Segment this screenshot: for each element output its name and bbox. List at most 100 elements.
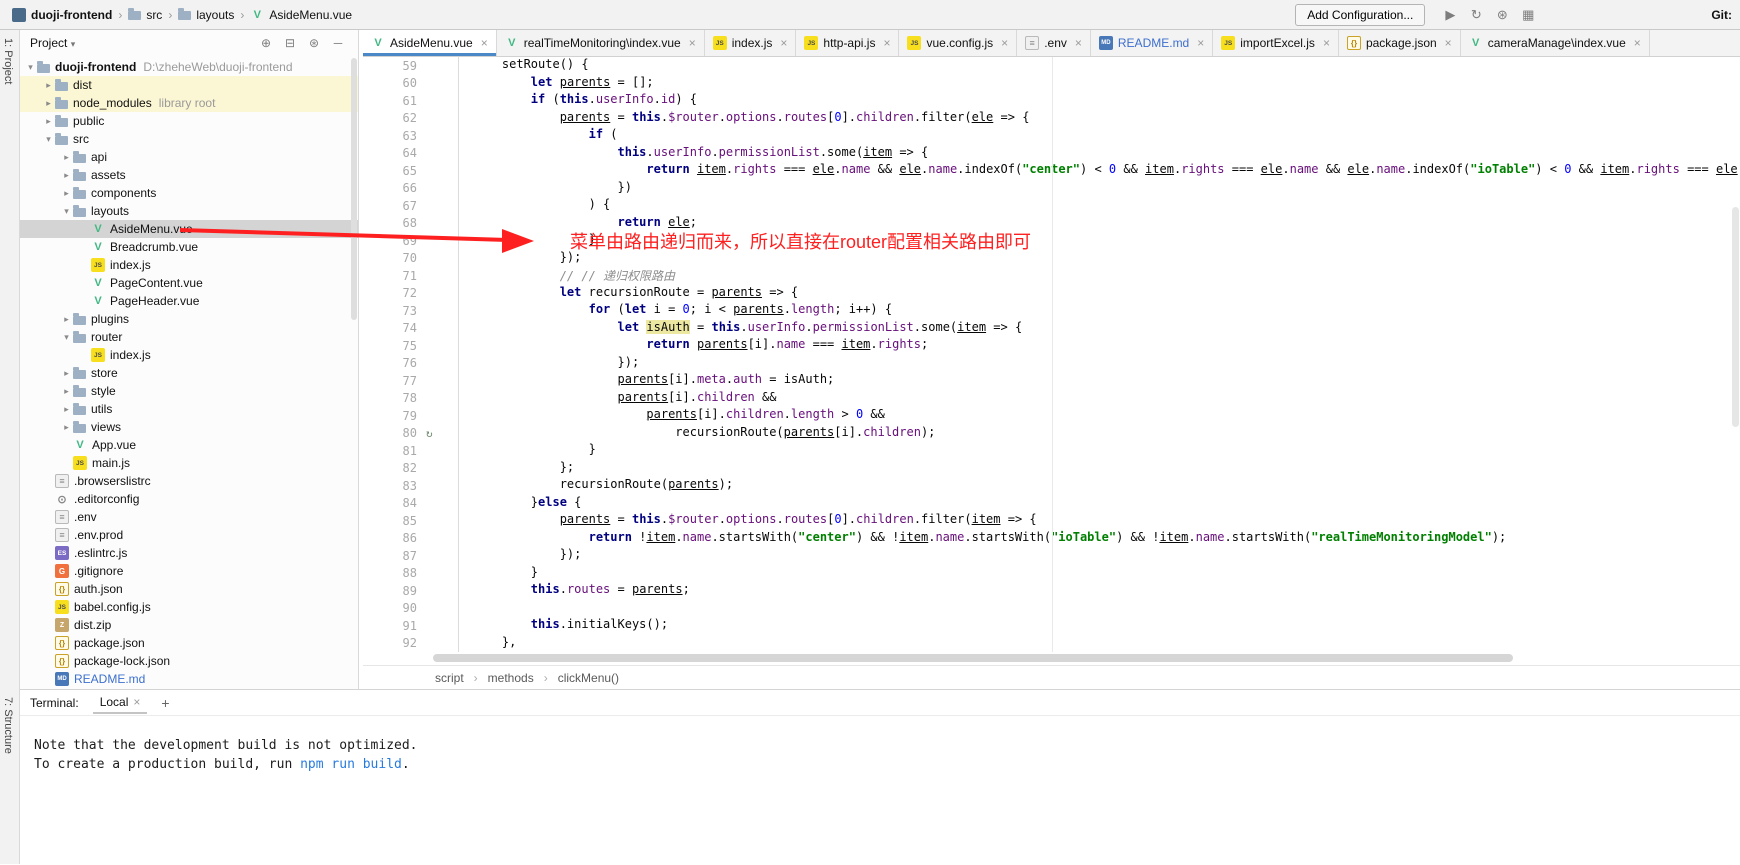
add-configuration-button[interactable]: Add Configuration... bbox=[1295, 4, 1425, 26]
gutter-line-64[interactable]: 64 bbox=[363, 145, 458, 163]
tree-item-Breadcrumb.vue[interactable]: VBreadcrumb.vue bbox=[20, 238, 358, 256]
gutter-line-65[interactable]: 65 bbox=[363, 162, 458, 180]
gutter-line-70[interactable]: 70 bbox=[363, 250, 458, 268]
editor-vertical-scrollbar[interactable] bbox=[1732, 207, 1739, 427]
code-line-81[interactable]: } bbox=[473, 442, 1740, 460]
chevron-collapsed-icon[interactable]: ▸ bbox=[60, 188, 73, 199]
gutter-line-85[interactable]: 85 bbox=[363, 512, 458, 530]
code-line-89[interactable]: this.routes = parents; bbox=[473, 582, 1740, 600]
gutter-line-77[interactable]: 77 bbox=[363, 372, 458, 390]
tree-item-index.js[interactable]: JSindex.js bbox=[20, 346, 358, 364]
tree-item-style[interactable]: ▸style bbox=[20, 382, 358, 400]
tree-item-index.js[interactable]: JSindex.js bbox=[20, 256, 358, 274]
update-icon[interactable]: ↻ bbox=[1463, 7, 1489, 23]
gutter-line-66[interactable]: 66 bbox=[363, 180, 458, 198]
tree-item-components[interactable]: ▸components bbox=[20, 184, 358, 202]
code-line-85[interactable]: parents = this.$router.options.routes[0]… bbox=[473, 512, 1740, 530]
gutter-line-68[interactable]: 68 bbox=[363, 215, 458, 233]
layout-icon[interactable]: ▦ bbox=[1515, 7, 1541, 23]
settings-icon[interactable]: ⊛ bbox=[304, 36, 324, 50]
gutter-line-78[interactable]: 78 bbox=[363, 390, 458, 408]
git-widget[interactable]: Git: bbox=[1711, 8, 1732, 22]
tree-item-PageContent.vue[interactable]: VPageContent.vue bbox=[20, 274, 358, 292]
gutter-line-91[interactable]: 91 bbox=[363, 617, 458, 635]
tab-http-api.js[interactable]: JShttp-api.js× bbox=[796, 30, 899, 56]
gutter-line-82[interactable]: 82 bbox=[363, 460, 458, 478]
close-icon[interactable]: × bbox=[481, 36, 488, 50]
gutter-line-89[interactable]: 89 bbox=[363, 582, 458, 600]
tree-item-views[interactable]: ▸views bbox=[20, 418, 358, 436]
code-line-91[interactable]: this.initialKeys(); bbox=[473, 617, 1740, 635]
code-line-62[interactable]: parents = this.$router.options.routes[0]… bbox=[473, 110, 1740, 128]
project-view-dropdown[interactable]: Project ▾ bbox=[30, 36, 75, 50]
code-line-74[interactable]: let isAuth = this.userInfo.permissionLis… bbox=[473, 320, 1740, 338]
tree-item-src[interactable]: ▾src bbox=[20, 130, 358, 148]
tab-.env[interactable]: ≡.env× bbox=[1017, 30, 1091, 56]
tree-item-package-lock.json[interactable]: {}package-lock.json bbox=[20, 652, 358, 670]
chevron-expanded-icon[interactable]: ▾ bbox=[24, 62, 37, 73]
gutter-line-63[interactable]: 63 bbox=[363, 127, 458, 145]
code-editor[interactable]: setRoute() { let parents = []; if (this.… bbox=[459, 57, 1740, 652]
code-line-83[interactable]: recursionRoute(parents); bbox=[473, 477, 1740, 495]
chevron-collapsed-icon[interactable]: ▸ bbox=[60, 170, 73, 181]
tree-item-PageHeader.vue[interactable]: VPageHeader.vue bbox=[20, 292, 358, 310]
chevron-expanded-icon[interactable]: ▾ bbox=[60, 332, 73, 343]
tab-index.js[interactable]: JSindex.js× bbox=[705, 30, 797, 56]
gutter-line-69[interactable]: 69 bbox=[363, 232, 458, 250]
chevron-collapsed-icon[interactable]: ▸ bbox=[42, 80, 55, 91]
nav-item-layouts[interactable]: layouts bbox=[174, 6, 238, 24]
gutter-line-79[interactable]: 79 bbox=[363, 407, 458, 425]
close-icon[interactable]: × bbox=[1001, 36, 1008, 50]
code-line-76[interactable]: }); bbox=[473, 355, 1740, 373]
nav-item-src[interactable]: src bbox=[124, 6, 166, 24]
code-line-90[interactable] bbox=[473, 600, 1740, 618]
gutter-line-87[interactable]: 87 bbox=[363, 547, 458, 565]
tree-item-README.md[interactable]: MDREADME.md bbox=[20, 670, 358, 688]
code-line-63[interactable]: if ( bbox=[473, 127, 1740, 145]
tree-item-api[interactable]: ▸api bbox=[20, 148, 358, 166]
tool-stripe-structure-button[interactable]: 7: Structure bbox=[2, 697, 14, 754]
chevron-collapsed-icon[interactable]: ▸ bbox=[42, 116, 55, 127]
nav-item-duoji-frontend[interactable]: duoji-frontend bbox=[8, 6, 116, 24]
gutter-line-59[interactable]: 59 bbox=[363, 57, 458, 75]
code-line-71[interactable]: // // 递归权限路由 bbox=[473, 267, 1740, 285]
tree-item-.gitignore[interactable]: G.gitignore bbox=[20, 562, 358, 580]
gutter-line-76[interactable]: 76 bbox=[363, 355, 458, 373]
tree-item-duoji-frontend[interactable]: ▾duoji-frontendD:\zheheWeb\duoji-fronten… bbox=[20, 58, 358, 76]
gutter-line-62[interactable]: 62 bbox=[363, 110, 458, 128]
code-line-59[interactable]: setRoute() { bbox=[473, 57, 1740, 75]
code-line-64[interactable]: this.userInfo.permissionList.some(item =… bbox=[473, 145, 1740, 163]
code-line-87[interactable]: }); bbox=[473, 547, 1740, 565]
gutter-line-84[interactable]: 84 bbox=[363, 495, 458, 513]
gutter-line-60[interactable]: 60 bbox=[363, 75, 458, 93]
collapse-all-icon[interactable]: ⊟ bbox=[280, 36, 300, 50]
code-line-66[interactable]: }) bbox=[473, 180, 1740, 198]
gutter-line-74[interactable]: 74 bbox=[363, 320, 458, 338]
hide-icon[interactable]: ─ bbox=[328, 36, 348, 50]
code-line-84[interactable]: }else { bbox=[473, 495, 1740, 513]
tree-item-node-modules[interactable]: ▸node_moduleslibrary root bbox=[20, 94, 358, 112]
tab-cameraManage-index.vue[interactable]: VcameraManage\index.vue× bbox=[1461, 30, 1650, 56]
locate-icon[interactable]: ⊕ bbox=[256, 36, 276, 50]
gutter-line-88[interactable]: 88 bbox=[363, 565, 458, 583]
chevron-collapsed-icon[interactable]: ▸ bbox=[60, 386, 73, 397]
chevron-collapsed-icon[interactable]: ▸ bbox=[60, 404, 73, 415]
tree-item-App.vue[interactable]: VApp.vue bbox=[20, 436, 358, 454]
terminal-output[interactable]: Note that the development build is not o… bbox=[20, 716, 1740, 864]
project-tree-scrollbar[interactable] bbox=[351, 58, 357, 320]
close-icon[interactable]: × bbox=[133, 695, 140, 709]
nav-item-AsideMenu.vue[interactable]: VAsideMenu.vue bbox=[246, 6, 356, 24]
gutter-line-83[interactable]: 83 bbox=[363, 477, 458, 495]
code-line-92[interactable]: }, bbox=[473, 635, 1740, 653]
code-line-60[interactable]: let parents = []; bbox=[473, 75, 1740, 93]
tree-item-router[interactable]: ▾router bbox=[20, 328, 358, 346]
gutter-line-73[interactable]: 73 bbox=[363, 302, 458, 320]
breadcrumb-methods[interactable]: methods bbox=[488, 671, 534, 685]
chevron-collapsed-icon[interactable]: ▸ bbox=[42, 98, 55, 109]
tree-item-babel.config.js[interactable]: JSbabel.config.js bbox=[20, 598, 358, 616]
tree-item-dist[interactable]: ▸dist bbox=[20, 76, 358, 94]
gutter-line-75[interactable]: 75 bbox=[363, 337, 458, 355]
code-line-75[interactable]: return parents[i].name === item.rights; bbox=[473, 337, 1740, 355]
gutter-line-80[interactable]: 80↻ bbox=[363, 425, 458, 443]
terminal-command-link[interactable]: npm run build bbox=[300, 757, 402, 772]
